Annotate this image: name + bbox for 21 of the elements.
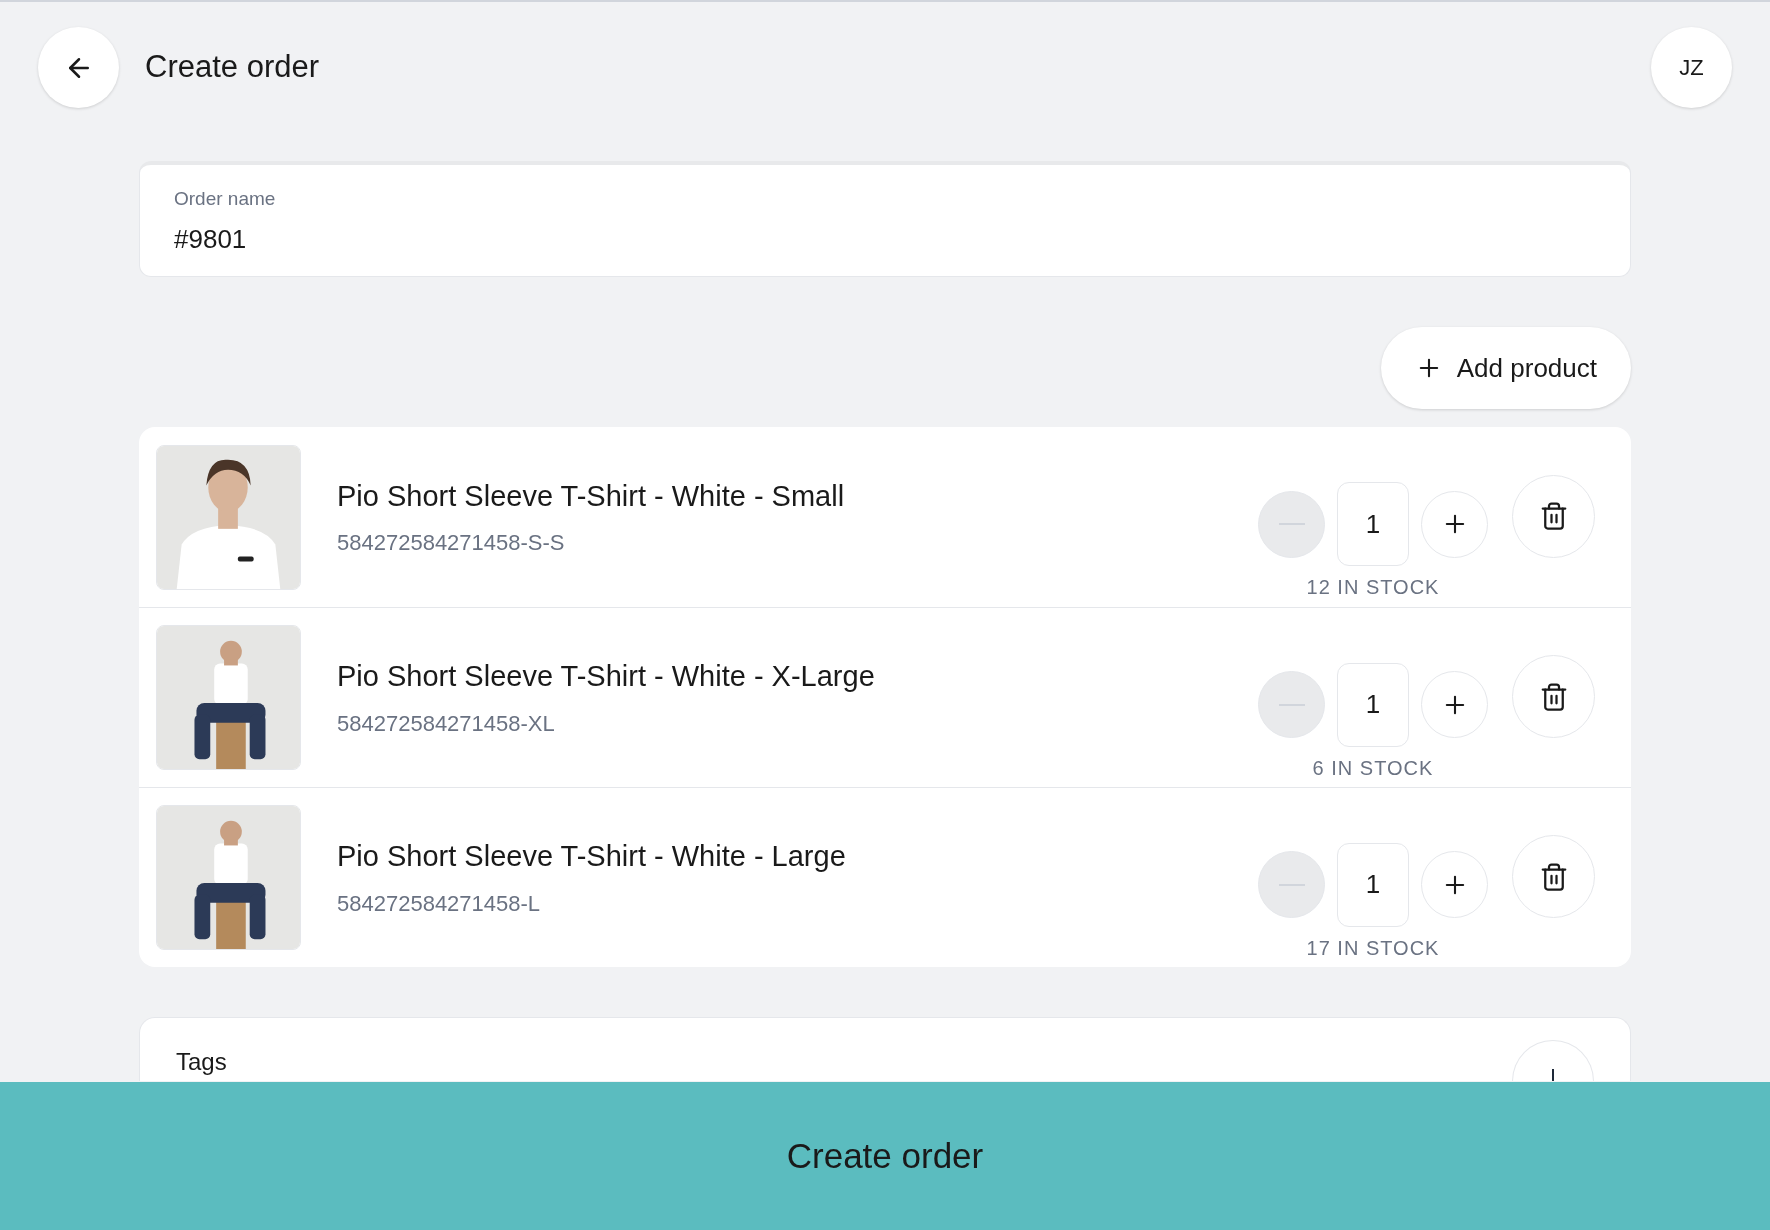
stock-label: 6 IN STOCK (1312, 755, 1434, 781)
order-name-field[interactable]: Order name #9801 (139, 161, 1631, 277)
user-avatar[interactable]: JZ (1651, 27, 1732, 108)
product-name: Pio Short Sleeve T-Shirt - White - Large (337, 839, 847, 875)
product-sku: 584272584271458-S-S (337, 529, 566, 558)
product-name: Pio Short Sleeve T-Shirt - White - X-Large (337, 659, 876, 695)
tags-label: Tags (176, 1050, 227, 1074)
stock-label: 12 IN STOCK (1306, 575, 1440, 600)
back-button[interactable] (38, 27, 119, 108)
add-product-button[interactable]: Add product (1380, 327, 1631, 409)
product-name: Pio Short Sleeve T-Shirt - White - Small (337, 478, 846, 514)
quantity-field[interactable]: 1 (1337, 662, 1409, 747)
field-value: #9801 (174, 222, 248, 256)
page-title: Create order (145, 48, 320, 87)
quantity-field[interactable]: 1 (1337, 482, 1409, 566)
product-sku: 584272584271458-L (337, 889, 542, 918)
create-order-button[interactable]: Create order (0, 1082, 1770, 1230)
stock-label: 17 IN STOCK (1306, 935, 1440, 961)
field-label: Order name (174, 187, 277, 211)
quantity-field[interactable]: 1 (1337, 842, 1409, 927)
product-sku: 584272584271458-XL (337, 709, 556, 738)
